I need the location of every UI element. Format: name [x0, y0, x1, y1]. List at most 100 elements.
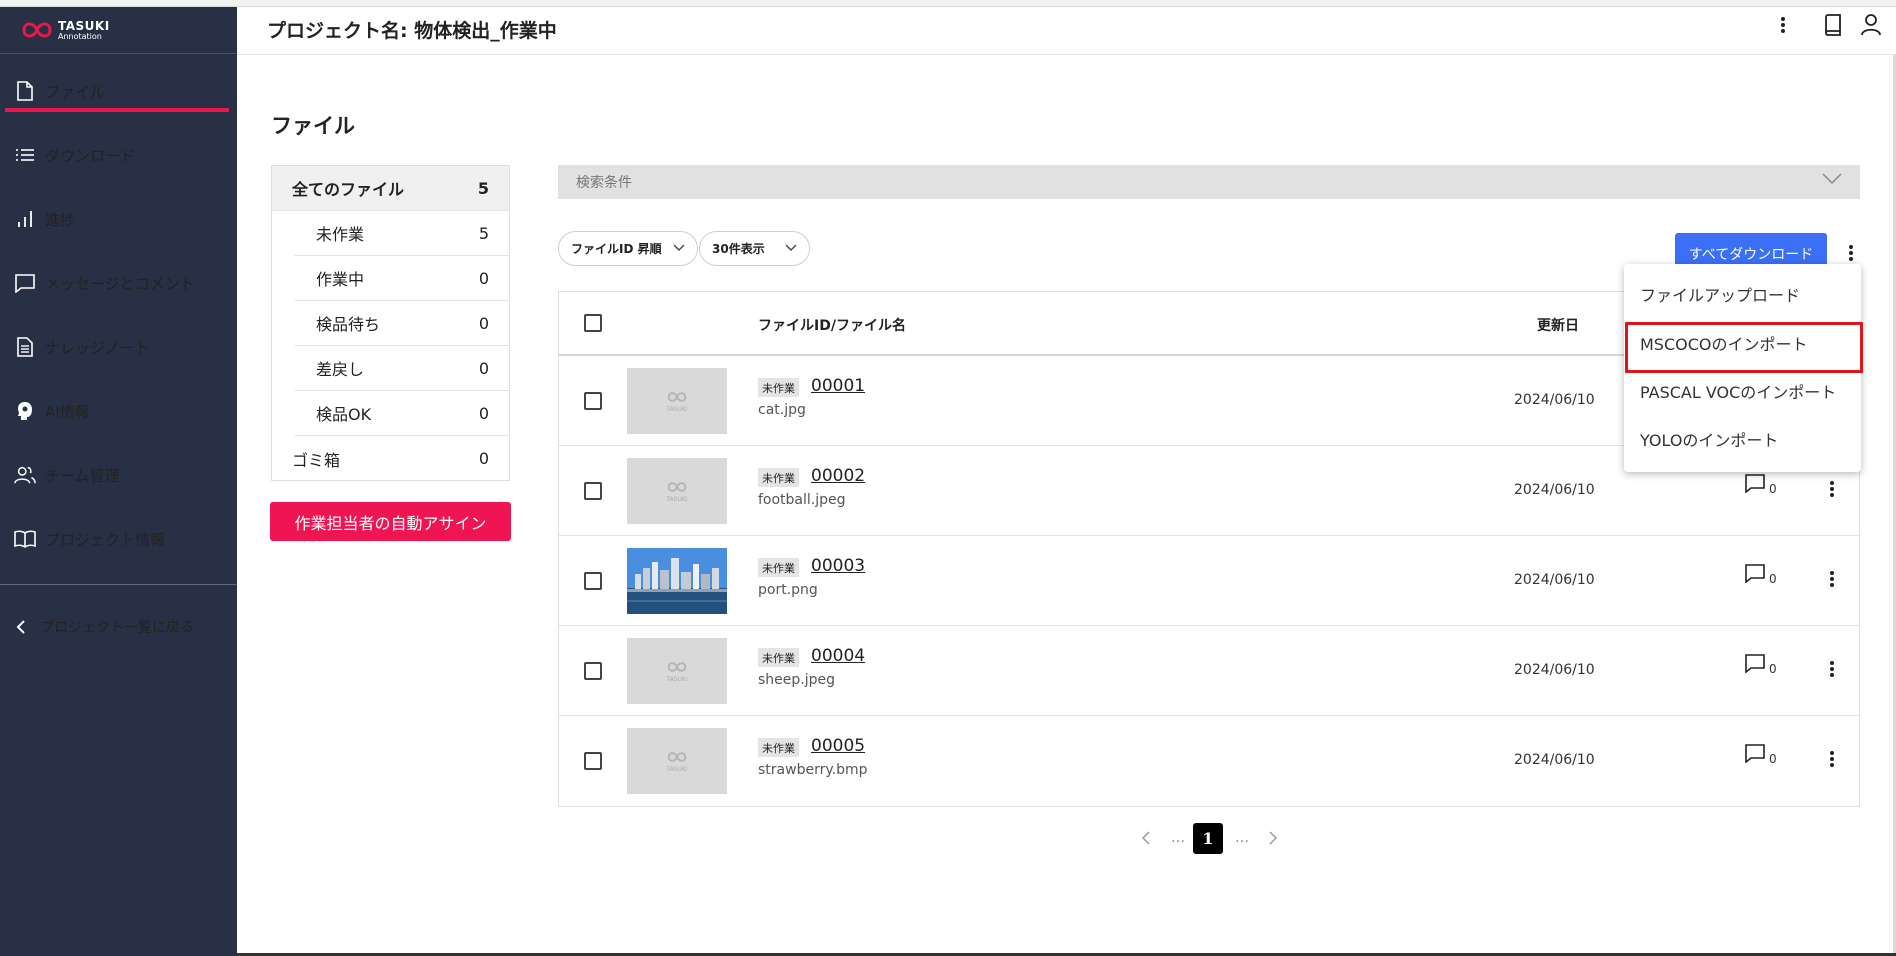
- select-all-checkbox[interactable]: [584, 314, 602, 332]
- comment-button[interactable]: 0: [1745, 564, 1777, 586]
- row-checkbox[interactable]: [584, 482, 602, 500]
- comment-button[interactable]: 0: [1745, 474, 1777, 496]
- file-id-link[interactable]: 00003: [811, 556, 865, 576]
- table-row[interactable]: TASUKI 未作業 00004 sheep.jpeg 2024/06/10 0: [559, 626, 1859, 716]
- sidebar-item-label: AI情報: [45, 402, 90, 421]
- search-conditions-toggle[interactable]: 検索条件: [558, 165, 1860, 199]
- menu-item-yolo-import[interactable]: YOLOのインポート: [1624, 417, 1861, 461]
- updated-date: 2024/06/10: [1514, 752, 1595, 768]
- per-page-select-value: 30件表示: [712, 242, 765, 256]
- sidebar-item-messages[interactable]: メッセージとコメント: [0, 268, 237, 298]
- file-actions-more-icon[interactable]: [1841, 240, 1861, 266]
- pagination-prev-button[interactable]: [1138, 823, 1154, 853]
- filter-label: 全てのファイル: [292, 180, 405, 199]
- filter-status-returned[interactable]: 差戻し 0: [294, 346, 509, 391]
- comment-count: 0: [1769, 662, 1777, 676]
- sidebar-item-ai-info[interactable]: AI情報: [0, 396, 237, 426]
- sidebar-item-knowledge[interactable]: ナレッジノート: [0, 332, 237, 362]
- tasuki-logo-icon: [22, 22, 52, 38]
- row-checkbox[interactable]: [584, 662, 602, 680]
- team-icon: [14, 464, 36, 486]
- chevron-down-icon: [785, 244, 797, 251]
- menu-item-file-upload[interactable]: ファイルアップロード: [1624, 272, 1861, 316]
- row-more-icon[interactable]: [1824, 566, 1840, 592]
- row-more-icon[interactable]: [1824, 476, 1840, 502]
- tasuki-placeholder-icon: [667, 751, 687, 762]
- per-page-select[interactable]: 30件表示: [699, 231, 810, 266]
- row-more-icon[interactable]: [1824, 746, 1840, 772]
- sort-select[interactable]: ファイルID 昇順: [558, 231, 698, 266]
- filter-status-in-progress[interactable]: 作業中 0: [294, 256, 509, 301]
- book-icon: [14, 528, 36, 550]
- filter-trash[interactable]: ゴミ箱 0: [272, 436, 509, 481]
- port-cityscape-image: [627, 548, 727, 614]
- sidebar-item-progress[interactable]: 進捗: [0, 204, 237, 234]
- status-badge: 未作業: [758, 738, 799, 757]
- sidebar-active-indicator: [5, 108, 229, 112]
- file-thumbnail[interactable]: TASUKI: [627, 368, 727, 434]
- file-thumbnail-photo[interactable]: [627, 548, 727, 614]
- sidebar-item-files[interactable]: ファイル: [0, 76, 237, 106]
- pagination-ellipsis: …: [1235, 830, 1249, 846]
- pagination-next-button[interactable]: [1265, 823, 1281, 853]
- comment-icon: [1745, 654, 1765, 673]
- chevron-left-icon: [14, 616, 28, 638]
- file-thumbnail[interactable]: TASUKI: [627, 638, 727, 704]
- row-checkbox[interactable]: [584, 752, 602, 770]
- menu-item-pascal-voc-import[interactable]: PASCAL VOCのインポート: [1624, 369, 1861, 413]
- thumbnail-placeholder-text: TASUKI: [666, 765, 688, 773]
- file-id-link[interactable]: 00002: [811, 466, 865, 486]
- updated-date: 2024/06/10: [1514, 482, 1595, 498]
- auto-assign-button[interactable]: 作業担当者の自動アサイン: [270, 502, 511, 541]
- status-filter-panel: 全てのファイル 5 未作業 5 作業中 0 検品待ち 0 差戻し 0 検品OK …: [271, 165, 510, 481]
- comment-count: 0: [1769, 752, 1777, 766]
- status-badge: 未作業: [758, 648, 799, 667]
- thumbnail-placeholder-text: TASUKI: [666, 495, 688, 503]
- page-header: プロジェクト名: 物体検出_作業中: [237, 7, 1896, 55]
- pagination-current-page[interactable]: 1: [1193, 823, 1223, 854]
- filter-status-not-started[interactable]: 未作業 5: [294, 211, 509, 256]
- tasuki-placeholder-icon: [667, 661, 687, 672]
- filter-status-inspection-ok[interactable]: 検品OK 0: [294, 391, 509, 436]
- file-icon: [14, 80, 36, 102]
- row-checkbox[interactable]: [584, 392, 602, 410]
- file-thumbnail[interactable]: TASUKI: [627, 458, 727, 524]
- comment-icon: [1745, 474, 1765, 493]
- row-checkbox[interactable]: [584, 572, 602, 590]
- file-name: sheep.jpeg: [758, 672, 836, 688]
- file-thumbnail[interactable]: TASUKI: [627, 728, 727, 794]
- file-id-link[interactable]: 00005: [811, 736, 865, 756]
- file-id-link[interactable]: 00001: [811, 376, 865, 396]
- window-top-edge: [0, 0, 1896, 7]
- back-to-projects-link[interactable]: プロジェクト一覧に戻る: [0, 612, 237, 642]
- sidebar-divider: [0, 584, 237, 585]
- sidebar-item-label: プロジェクト情報: [45, 530, 166, 549]
- sidebar-item-project-info[interactable]: プロジェクト情報: [0, 524, 237, 554]
- updated-date: 2024/06/10: [1514, 392, 1595, 408]
- comment-count: 0: [1769, 482, 1777, 496]
- updated-date: 2024/06/10: [1514, 662, 1595, 678]
- column-header-date: 更新日: [1537, 318, 1579, 334]
- sidebar-item-download[interactable]: ダウンロード: [0, 140, 237, 170]
- file-name: football.jpeg: [758, 492, 846, 508]
- comment-button[interactable]: 0: [1745, 744, 1777, 766]
- manual-book-icon[interactable]: [1820, 12, 1846, 38]
- table-row[interactable]: 未作業 00003 port.png 2024/06/10 0: [559, 536, 1859, 626]
- user-account-icon[interactable]: [1858, 12, 1884, 38]
- logo-sub-text: Annotation: [58, 31, 102, 41]
- comment-button[interactable]: 0: [1745, 654, 1777, 676]
- filter-status-awaiting-inspection[interactable]: 検品待ち 0: [294, 301, 509, 346]
- filter-all-files[interactable]: 全てのファイル 5: [272, 166, 509, 211]
- row-more-icon[interactable]: [1824, 656, 1840, 682]
- header-more-icon[interactable]: [1770, 12, 1796, 38]
- app-logo[interactable]: TASUKI Annotation: [0, 7, 237, 54]
- message-icon: [14, 272, 36, 294]
- filter-count: 0: [478, 313, 489, 333]
- file-id-link[interactable]: 00004: [811, 646, 865, 666]
- table-row[interactable]: TASUKI 未作業 00005 strawberry.bmp 2024/06/…: [559, 716, 1859, 806]
- sort-select-value: ファイルID 昇順: [571, 242, 662, 256]
- chevron-right-icon: [1269, 831, 1277, 845]
- sidebar-item-team[interactable]: チーム管理: [0, 460, 237, 490]
- filter-label: ゴミ箱: [292, 450, 341, 470]
- logo-main-text: TASUKI: [58, 18, 110, 33]
